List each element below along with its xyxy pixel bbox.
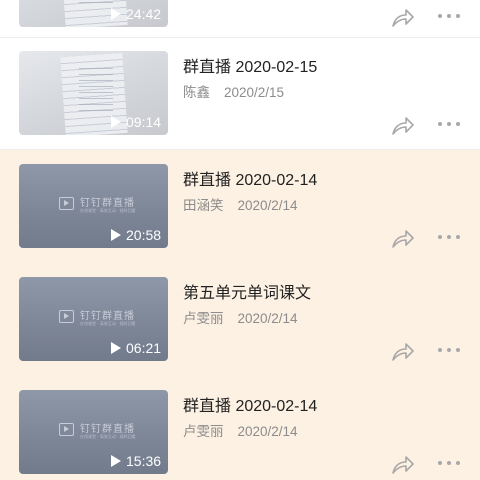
video-duration: 09:14 <box>111 113 161 131</box>
video-author: 卢雯丽 <box>183 311 224 326</box>
more-dot <box>438 461 442 465</box>
dingtalk-live-watermark: 钉钉群直播 在线课堂 · 高效互动 · 随时回看 <box>57 193 137 217</box>
share-arrow-icon[interactable] <box>391 455 415 475</box>
more-dot <box>456 14 460 18</box>
video-duration: 06:21 <box>111 339 161 357</box>
video-author: 田涵笑 <box>183 198 224 213</box>
share-arrow-icon[interactable] <box>391 116 415 136</box>
duration-text: 24:42 <box>126 6 162 22</box>
video-thumbnail[interactable]: 钉钉群直播 在线课堂 · 高效互动 · 随时回看 15:36 <box>19 390 168 474</box>
more-dot <box>438 122 442 126</box>
video-thumbnail[interactable]: 09:14 <box>19 51 168 135</box>
duration-text: 09:14 <box>126 114 162 130</box>
more-dots-icon[interactable] <box>438 234 460 240</box>
play-icon <box>111 342 121 354</box>
watermark-brand: 钉钉群直播 <box>80 198 135 209</box>
dingtalk-live-watermark: 钉钉群直播 在线课堂 · 高效互动 · 随时回看 <box>57 419 137 443</box>
video-title[interactable]: 群直播 2020-02-14 <box>183 166 317 190</box>
video-thumbnail[interactable]: 24:42 <box>19 0 168 27</box>
live-camera-icon <box>59 310 74 323</box>
video-duration: 15:36 <box>111 452 161 470</box>
video-title[interactable]: 第五单元单词课文 <box>183 279 311 303</box>
more-dot <box>447 235 451 239</box>
list-divider <box>0 149 480 150</box>
video-author: 陈鑫 <box>183 85 210 100</box>
video-list-item[interactable]: 24:42 <box>0 0 480 42</box>
video-meta: 陈鑫 2020/2/15 <box>183 81 284 101</box>
watermark-slogan: 在线课堂 · 高效互动 · 随时回看 <box>80 434 136 439</box>
video-list-item[interactable]: 钉钉群直播 在线课堂 · 高效互动 · 随时回看 15:36 群直播 2020-02-… <box>0 376 480 480</box>
play-icon <box>111 455 121 467</box>
more-dot <box>447 348 451 352</box>
more-dot <box>447 122 451 126</box>
watermark-slogan: 在线课堂 · 高效互动 · 随时回看 <box>80 321 136 326</box>
handwriting-image <box>79 0 113 5</box>
video-list-item[interactable]: 钉钉群直播 在线课堂 · 高效互动 · 随时回看 20:58 群直播 2020-02-… <box>0 150 480 263</box>
more-dot <box>456 122 460 126</box>
more-dots-icon[interactable] <box>438 347 460 353</box>
video-list-item[interactable]: 钉钉群直播 在线课堂 · 高效互动 · 随时回看 06:21 第五单元单词课文卢雯丽 2… <box>0 263 480 376</box>
dingtalk-live-watermark: 钉钉群直播 在线课堂 · 高效互动 · 随时回看 <box>57 306 137 330</box>
share-arrow-icon[interactable] <box>391 229 415 249</box>
video-title[interactable]: 群直播 2020-02-14 <box>183 392 317 416</box>
play-icon <box>111 229 121 241</box>
list-divider <box>0 37 480 38</box>
video-date: 2020/2/15 <box>224 85 285 100</box>
video-date: 2020/2/14 <box>237 424 298 439</box>
live-camera-icon <box>59 197 74 210</box>
more-dot <box>456 348 460 352</box>
watermark-brand: 钉钉群直播 <box>80 311 135 322</box>
more-dot <box>438 348 442 352</box>
video-date: 2020/2/14 <box>237 311 298 326</box>
video-duration: 24:42 <box>111 5 161 23</box>
video-date: 2020/2/14 <box>237 198 298 213</box>
more-dot <box>447 14 451 18</box>
video-meta: 卢雯丽 2020/2/14 <box>183 307 298 327</box>
more-dot <box>447 461 451 465</box>
share-arrow-icon[interactable] <box>391 8 415 28</box>
duration-text: 06:21 <box>126 340 162 356</box>
live-camera-icon <box>59 423 74 436</box>
watermark-brand: 钉钉群直播 <box>80 424 135 435</box>
video-meta: 田涵笑 2020/2/14 <box>183 194 298 214</box>
video-title[interactable]: 群直播 2020-02-15 <box>183 53 317 77</box>
video-thumbnail[interactable]: 钉钉群直播 在线课堂 · 高效互动 · 随时回看 20:58 <box>19 164 168 248</box>
more-dots-icon[interactable] <box>438 460 460 466</box>
watermark-slogan: 在线课堂 · 高效互动 · 随时回看 <box>80 208 136 213</box>
more-dots-icon[interactable] <box>438 13 460 19</box>
more-dot <box>438 14 442 18</box>
video-list-item[interactable]: 09:14 群直播 2020-02-15 陈鑫 2020/2/15 <box>0 37 480 150</box>
duration-text: 15:36 <box>126 453 162 469</box>
duration-text: 20:58 <box>126 227 162 243</box>
video-duration: 20:58 <box>111 226 161 244</box>
video-list: 24:42 09:14 群直播 2020-02-15 陈鑫 2020/2/15 钉钉群直播… <box>0 0 480 480</box>
play-icon <box>111 8 121 20</box>
video-thumbnail[interactable]: 钉钉群直播 在线课堂 · 高效互动 · 随时回看 06:21 <box>19 277 168 361</box>
handwriting-image <box>79 63 113 113</box>
more-dot <box>456 461 460 465</box>
more-dot <box>456 235 460 239</box>
share-arrow-icon[interactable] <box>391 342 415 362</box>
play-icon <box>111 116 121 128</box>
more-dot <box>438 235 442 239</box>
more-dots-icon[interactable] <box>438 121 460 127</box>
video-author: 卢雯丽 <box>183 424 224 439</box>
video-meta: 卢雯丽 2020/2/14 <box>183 420 298 440</box>
